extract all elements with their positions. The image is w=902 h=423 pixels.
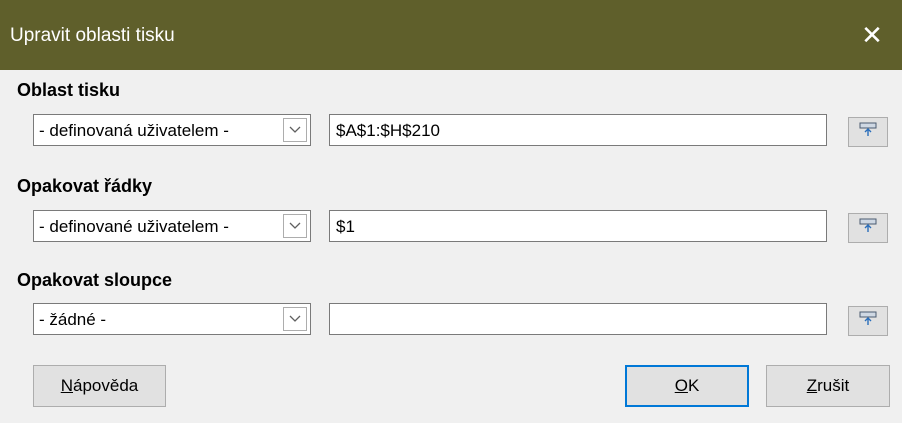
dialog-title: Upravit oblasti tisku xyxy=(10,25,175,46)
repeat-rows-shrink-button[interactable] xyxy=(848,213,888,243)
cancel-button-label: rušit xyxy=(817,376,850,395)
repeat-columns-label: Opakovat sloupce xyxy=(17,270,173,290)
print-range-input[interactable]: $A$1:$H$210 xyxy=(329,114,827,146)
ok-button-label: K xyxy=(687,376,700,395)
help-button-mnemonic: N xyxy=(60,376,74,395)
repeat-columns-shrink-button[interactable] xyxy=(848,306,888,336)
chevron-down-icon[interactable] xyxy=(283,307,307,331)
close-button[interactable]: ✕ xyxy=(842,0,902,70)
repeat-rows-input-value: $1 xyxy=(336,217,355,236)
print-range-label: Oblast tisku xyxy=(17,80,121,100)
help-button-label: ápověda xyxy=(73,376,139,395)
help-button[interactable]: Nápověda xyxy=(33,365,166,407)
shrink-dialog-icon xyxy=(859,218,877,239)
repeat-rows-combo[interactable]: - definované uživatelem - xyxy=(33,210,311,242)
edit-print-ranges-dialog: Upravit oblasti tisku ✕ Oblast tisku - d… xyxy=(0,0,902,423)
title-bar: Upravit oblasti tisku ✕ xyxy=(0,0,902,70)
repeat-rows-label: Opakovat řádky xyxy=(17,176,153,196)
print-range-combo-value: - definovaná uživatelem - xyxy=(39,121,229,140)
chevron-down-icon[interactable] xyxy=(283,118,307,142)
ok-button[interactable]: OK xyxy=(625,365,749,407)
print-range-combo[interactable]: - definovaná uživatelem - xyxy=(33,114,311,146)
shrink-dialog-icon xyxy=(859,311,877,332)
repeat-columns-input[interactable] xyxy=(329,303,827,335)
cancel-button[interactable]: Zrušit xyxy=(766,365,890,407)
print-range-input-value: $A$1:$H$210 xyxy=(336,121,440,140)
shrink-dialog-icon xyxy=(859,122,877,143)
cancel-button-mnemonic: Z xyxy=(806,376,818,395)
repeat-rows-input[interactable]: $1 xyxy=(329,210,827,242)
ok-button-mnemonic: O xyxy=(674,376,688,395)
repeat-rows-combo-value: - definované uživatelem - xyxy=(39,217,229,236)
repeat-columns-combo-value: - žádné - xyxy=(39,310,107,329)
close-icon: ✕ xyxy=(861,19,883,50)
print-range-shrink-button[interactable] xyxy=(848,117,888,147)
repeat-columns-combo[interactable]: - žádné - xyxy=(33,303,311,335)
chevron-down-icon[interactable] xyxy=(283,214,307,238)
